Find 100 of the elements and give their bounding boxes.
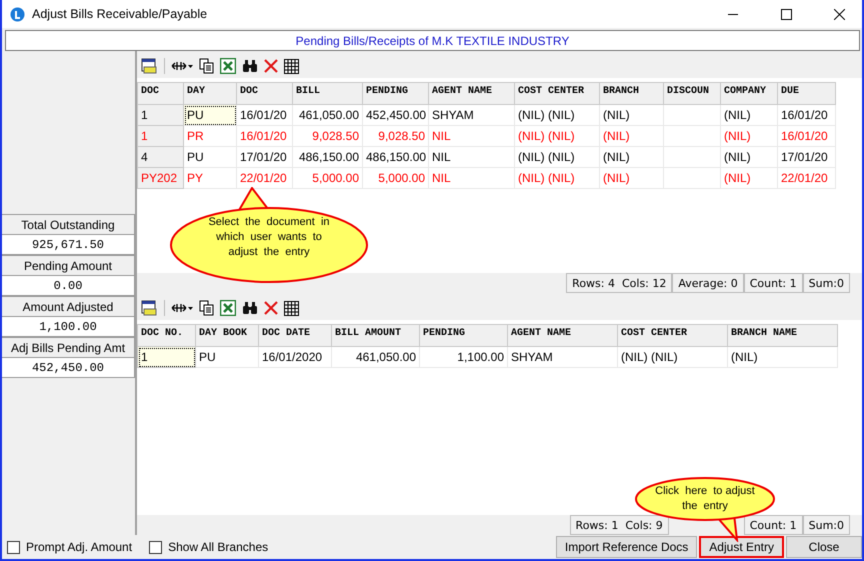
- table-cell: 1: [138, 126, 184, 146]
- table-cell: 16/01/20: [236, 104, 292, 126]
- column-header[interactable]: COST CENTER: [514, 82, 600, 104]
- delete-icon[interactable]: [264, 301, 278, 315]
- table-cell: (NIL): [720, 168, 778, 188]
- table-cell: 22/01/20: [236, 168, 292, 188]
- table-cell: 461,050.00: [292, 104, 362, 126]
- column-header[interactable]: BILL: [292, 82, 362, 104]
- form-icon[interactable]: [141, 58, 158, 74]
- table-cell: (NIL): [600, 104, 664, 126]
- column-header[interactable]: DOC NO.: [138, 324, 196, 346]
- column-header[interactable]: BRANCH: [600, 82, 664, 104]
- option-checkbox[interactable]: Show All Branches: [149, 540, 268, 554]
- status-text: Average: 0: [672, 273, 744, 293]
- table-cell: 16/01/20: [778, 126, 836, 146]
- table-cell: 5,000.00: [362, 168, 428, 188]
- table-cell: (NIL): [600, 126, 664, 146]
- column-header[interactable]: PENDING: [420, 324, 508, 346]
- table-cell: (NIL): [720, 126, 778, 146]
- action-button[interactable]: Close: [786, 536, 862, 558]
- table-cell: (NIL) (NIL): [514, 104, 600, 126]
- column-header[interactable]: PENDING: [362, 82, 428, 104]
- column-header[interactable]: DAY BOOK: [196, 324, 258, 346]
- table-cell: [664, 104, 720, 126]
- table-cell: 486,150.00: [292, 146, 362, 168]
- table-cell: (NIL): [600, 168, 664, 188]
- table-cell: (NIL) (NIL): [514, 168, 600, 188]
- table-cell: 22/01/20: [778, 168, 836, 188]
- column-header[interactable]: DOC: [236, 82, 292, 104]
- column-header[interactable]: BRANCH NAME: [728, 324, 838, 346]
- summary-value: 452,450.00: [2, 358, 135, 378]
- table-cell: 16/01/2020: [258, 346, 332, 368]
- action-button[interactable]: Adjust Entry: [699, 536, 784, 558]
- table-cell: PU: [184, 104, 236, 126]
- column-header[interactable]: DUE: [778, 82, 836, 104]
- table-cell: 16/01/20: [236, 126, 292, 146]
- table-cell: 1: [138, 104, 184, 126]
- maximize-icon[interactable]: [780, 8, 792, 20]
- column-header[interactable]: DOC DATE: [258, 324, 332, 346]
- table-cell: SHYAM: [428, 104, 514, 126]
- close-icon[interactable]: [834, 8, 844, 20]
- copy-icon[interactable]: [199, 58, 214, 74]
- column-header[interactable]: AGENT NAME: [428, 82, 514, 104]
- callout-text: Select the document in which user wants to adjust the entry: [207, 214, 331, 260]
- table-cell: 452,450.00: [362, 104, 428, 126]
- table-cell: (NIL) (NIL): [618, 346, 728, 368]
- column-width-icon[interactable]: [171, 302, 193, 314]
- column-width-icon[interactable]: [171, 60, 193, 72]
- table-cell: PY: [184, 168, 236, 188]
- spreadsheet-icon[interactable]: [220, 58, 236, 74]
- option-checkbox[interactable]: Prompt Adj. Amount: [7, 540, 132, 554]
- delete-icon[interactable]: [264, 59, 278, 73]
- summary-value: 925,671.50: [2, 235, 135, 255]
- column-header[interactable]: BILL AMOUNT: [332, 324, 420, 346]
- table-cell: (NIL) (NIL): [514, 126, 600, 146]
- copy-icon[interactable]: [199, 300, 214, 316]
- summary-label: Pending Amount: [2, 255, 135, 276]
- summary-label: Adj Bills Pending Amt: [2, 337, 135, 358]
- header-banner: Pending Bills/Receipts of M.K TEXTILE INDUSTRY: [5, 30, 860, 51]
- summary-label: Amount Adjusted: [2, 296, 135, 317]
- callout-text: Click here to adjust the entry: [655, 484, 755, 514]
- status-text: Count: 1: [744, 273, 803, 293]
- table-cell: 4: [138, 146, 184, 168]
- table-cell: (NIL): [728, 346, 838, 368]
- app-icon: [10, 6, 25, 22]
- column-header[interactable]: AGENT NAME: [508, 324, 618, 346]
- table-cell: 5,000.00: [292, 168, 362, 188]
- table-cell: 9,028.50: [362, 126, 428, 146]
- table-cell: (NIL): [720, 104, 778, 126]
- column-header[interactable]: COST CENTER: [618, 324, 728, 346]
- summary-value: 0.00: [2, 276, 135, 296]
- binoculars-icon[interactable]: [242, 59, 258, 73]
- status-text: Sum:0: [802, 273, 850, 293]
- table-cell: 17/01/20: [236, 146, 292, 168]
- window-title: Adjust Bills Receivable/Payable: [32, 7, 208, 21]
- status-text: Count: 1: [744, 515, 803, 535]
- grid-icon[interactable]: [284, 58, 299, 74]
- table-cell: (NIL) (NIL): [514, 146, 600, 168]
- binoculars-icon[interactable]: [242, 301, 258, 315]
- table-cell: 486,150.00: [362, 146, 428, 168]
- form-icon[interactable]: [141, 300, 158, 316]
- spreadsheet-icon[interactable]: [220, 300, 236, 316]
- action-button[interactable]: Import Reference Docs: [556, 536, 698, 558]
- table-cell: SHYAM: [508, 346, 618, 368]
- grid-icon[interactable]: [284, 300, 299, 316]
- table-cell: PU: [196, 346, 258, 368]
- table-cell: 1: [138, 346, 196, 368]
- column-header[interactable]: DISCOUN: [664, 82, 720, 104]
- table-cell: (NIL): [720, 146, 778, 168]
- column-header[interactable]: DOC: [138, 82, 184, 104]
- table-cell: NIL: [428, 146, 514, 168]
- table-cell: 17/01/20: [778, 146, 836, 168]
- table-cell: (NIL): [600, 146, 664, 168]
- table-cell: NIL: [428, 126, 514, 146]
- column-header[interactable]: DAY: [184, 82, 236, 104]
- table-cell: 9,028.50: [292, 126, 362, 146]
- status-text: Sum:0: [802, 515, 850, 535]
- status-text: Rows: 1 Cols: 9: [570, 515, 669, 535]
- table-cell: NIL: [428, 168, 514, 188]
- column-header[interactable]: COMPANY: [720, 82, 778, 104]
